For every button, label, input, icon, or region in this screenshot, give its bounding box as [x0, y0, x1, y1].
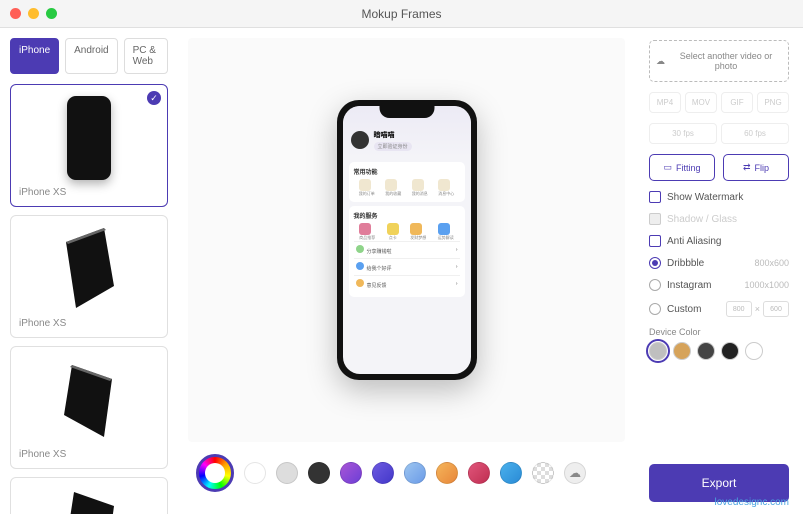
platform-tabs: iPhone Android PC & Web: [10, 38, 168, 74]
bg-swatch[interactable]: [276, 462, 298, 484]
device-card[interactable]: iPhone XS: [10, 346, 168, 469]
format-gif[interactable]: GIF: [721, 92, 753, 113]
device-card[interactable]: iPhone XS: [10, 215, 168, 338]
tab-android[interactable]: Android: [65, 38, 117, 74]
antialias-toggle[interactable]: Anti Aliasing: [649, 235, 789, 247]
format-png[interactable]: PNG: [757, 92, 789, 113]
device-color-swatch[interactable]: [721, 342, 739, 360]
bg-swatch[interactable]: [340, 462, 362, 484]
tab-pcweb[interactable]: PC & Web: [124, 38, 168, 74]
bg-swatch[interactable]: [500, 462, 522, 484]
bg-swatch[interactable]: [468, 462, 490, 484]
watermark-text: lovedesignc.com: [715, 497, 789, 508]
device-card[interactable]: ✓ iPhone XS: [10, 84, 168, 207]
traffic-lights: [10, 8, 57, 19]
preview-canvas[interactable]: 暗喵喵 立即验证身份 常用功能 我的订单 我的收藏 我的消息 消息中心: [188, 38, 625, 442]
device-sidebar: iPhone Android PC & Web ✓ iPhone XS iPho…: [0, 28, 178, 514]
format-mov[interactable]: MOV: [685, 92, 717, 113]
size-instagram[interactable]: Instagram 1000x1000: [649, 279, 789, 291]
tab-iphone[interactable]: iPhone: [10, 38, 59, 74]
maximize-window-button[interactable]: [46, 8, 57, 19]
background-color-row: ☁: [188, 442, 625, 504]
color-wheel-button[interactable]: [196, 454, 234, 492]
device-color-swatch[interactable]: [745, 342, 763, 360]
fps-30[interactable]: 30 fps: [649, 123, 717, 144]
custom-height-input[interactable]: [763, 301, 789, 317]
device-card[interactable]: [10, 477, 168, 514]
size-custom[interactable]: Custom ×: [649, 301, 789, 317]
flip-button[interactable]: ⇄ Flip: [723, 154, 789, 181]
device-label: iPhone XS: [19, 449, 159, 460]
verify-badge: 立即验证身份: [374, 142, 412, 151]
bg-swatch[interactable]: [404, 462, 426, 484]
window-title: Mokup Frames: [361, 7, 441, 21]
minimize-window-button[interactable]: [28, 8, 39, 19]
bg-swatch[interactable]: [436, 462, 458, 484]
bg-swatch-transparent[interactable]: [532, 462, 554, 484]
custom-width-input[interactable]: [726, 301, 752, 317]
fitting-icon: ▭: [663, 162, 672, 173]
format-mp4[interactable]: MP4: [649, 92, 681, 113]
selected-check-icon: ✓: [147, 91, 161, 105]
phone-mockup: 暗喵喵 立即验证身份 常用功能 我的订单 我的收藏 我的消息 消息中心: [337, 100, 477, 380]
titlebar: Mokup Frames: [0, 0, 803, 28]
select-media-button[interactable]: ☁ Select another video or photo: [649, 40, 789, 82]
watermark-toggle[interactable]: Show Watermark: [649, 191, 789, 203]
fps-60[interactable]: 60 fps: [721, 123, 789, 144]
device-color-label: Device Color: [649, 327, 789, 337]
canvas-area: 暗喵喵 立即验证身份 常用功能 我的订单 我的收藏 我的消息 消息中心: [178, 28, 635, 514]
size-dribbble[interactable]: Dribbble 800x600: [649, 257, 789, 269]
device-color-swatch[interactable]: [649, 342, 667, 360]
bg-swatch[interactable]: [308, 462, 330, 484]
screen-username: 暗喵喵: [374, 130, 412, 140]
avatar: [351, 131, 369, 149]
shadow-toggle: Shadow / Glass: [649, 213, 789, 225]
close-window-button[interactable]: [10, 8, 21, 19]
cloud-upload-icon: ☁: [656, 56, 665, 67]
device-color-swatch[interactable]: [673, 342, 691, 360]
device-label: iPhone XS: [19, 318, 159, 329]
fitting-button[interactable]: ▭ Fitting: [649, 154, 715, 181]
settings-panel: ☁ Select another video or photo MP4 MOV …: [635, 28, 803, 514]
flip-icon: ⇄: [743, 162, 751, 173]
bg-swatch[interactable]: [244, 462, 266, 484]
bg-swatch[interactable]: [372, 462, 394, 484]
device-label: iPhone XS: [19, 187, 159, 198]
bg-upload-button[interactable]: ☁: [564, 462, 586, 484]
device-color-swatch[interactable]: [697, 342, 715, 360]
